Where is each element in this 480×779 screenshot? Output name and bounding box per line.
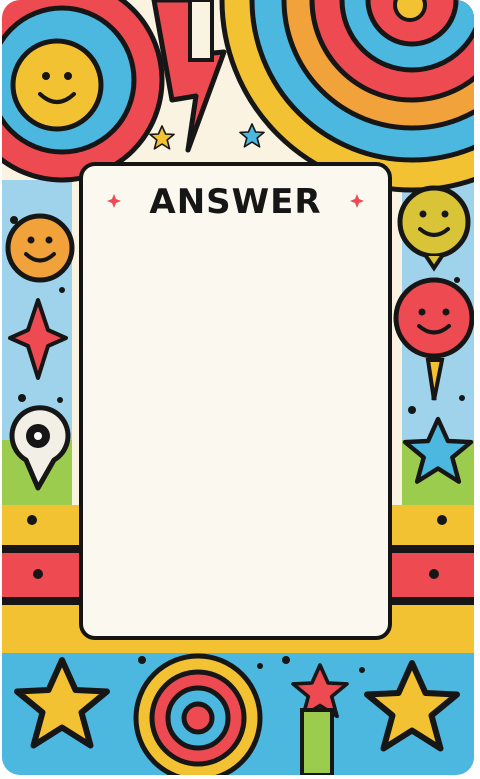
smiley-sun-icon — [2, 0, 165, 183]
smiley-icon — [5, 213, 75, 283]
lightning-bolt-icon — [151, 0, 227, 153]
answer-card: ANSWER — [2, 0, 474, 775]
answer-panel: ANSWER — [79, 162, 392, 640]
star-icon — [239, 123, 265, 148]
target-rings-icon — [133, 653, 263, 775]
sparkle-icon — [350, 194, 364, 208]
sparkle-icon — [107, 194, 121, 208]
answer-title: ANSWER — [149, 182, 322, 222]
star-icon — [149, 125, 175, 150]
